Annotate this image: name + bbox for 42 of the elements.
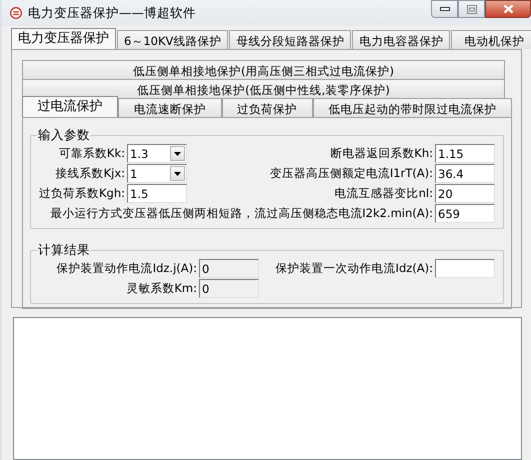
tab[interactable]: 电力变压器保护 [11, 28, 116, 49]
tab[interactable]: 电流速断保护 [118, 98, 222, 117]
caret-icon [174, 152, 181, 156]
field-label: 断电器返回系数Kh: [329, 146, 434, 161]
input-field[interactable]: 1.5 [127, 184, 187, 203]
minimize-icon [440, 7, 450, 11]
field-label: 变压器高压侧额定电流I1rT(A): [268, 166, 434, 181]
caret-icon [174, 172, 181, 176]
app-icon [10, 7, 22, 19]
window-title: 电力变压器保护——博超软件 [28, 5, 196, 22]
minimize-button[interactable] [431, 0, 458, 18]
field-label: 保护装置动作电流Idz.j(A): [56, 261, 198, 276]
tab[interactable]: 过电流保护 [22, 96, 118, 117]
dropdown-button[interactable] [170, 166, 185, 181]
input-field[interactable]: 1.15 [435, 144, 495, 163]
field-label: 接线系数Kjx: [54, 166, 126, 181]
input-field[interactable]: 20 [435, 184, 495, 203]
input-field[interactable] [435, 259, 495, 278]
tab[interactable]: 过负荷保护 [222, 98, 313, 117]
tab[interactable]: 电动机保护 [451, 30, 531, 49]
field-label: 过负荷系数Kgh: [38, 186, 126, 201]
input-field[interactable]: 659 [435, 204, 495, 223]
tab[interactable]: 电力电容器保护 [352, 30, 450, 49]
tab[interactable]: 母线分段短路器保护 [229, 30, 352, 49]
group-title: 计算结果 [37, 242, 91, 259]
field-label: 保护装置一次动作电流Idz(A): [274, 261, 434, 276]
tab[interactable]: 低电压起动的带时限过电流保护 [312, 98, 512, 117]
input-field[interactable]: 36.4 [435, 164, 495, 183]
dropdown-button[interactable] [170, 146, 185, 161]
field-label: 可靠系数Kk: [58, 146, 126, 161]
field-label: 电流互感器变比nl: [334, 186, 434, 201]
maximize-icon [466, 4, 476, 14]
field-label: 最小运行方式变压器低压侧两相短路，流过高压侧稳态电流I2k2.min(A): [49, 206, 434, 221]
tab[interactable]: 6～10KV线路保护 [117, 30, 228, 49]
dropdown-field[interactable]: 1 [127, 164, 187, 183]
field-label: 灵敏系数Km: [125, 281, 198, 296]
tab[interactable]: 低压侧单相接地保护(低压侧中性线,装零序保护) [22, 79, 505, 98]
group-title: 输入参数 [37, 127, 91, 144]
tab[interactable]: 低压侧单相接地保护(用高压侧三相式过电流保护) [22, 60, 505, 79]
dropdown-field[interactable]: 1.3 [127, 144, 187, 163]
close-icon [502, 4, 514, 14]
close-button[interactable] [485, 0, 531, 18]
